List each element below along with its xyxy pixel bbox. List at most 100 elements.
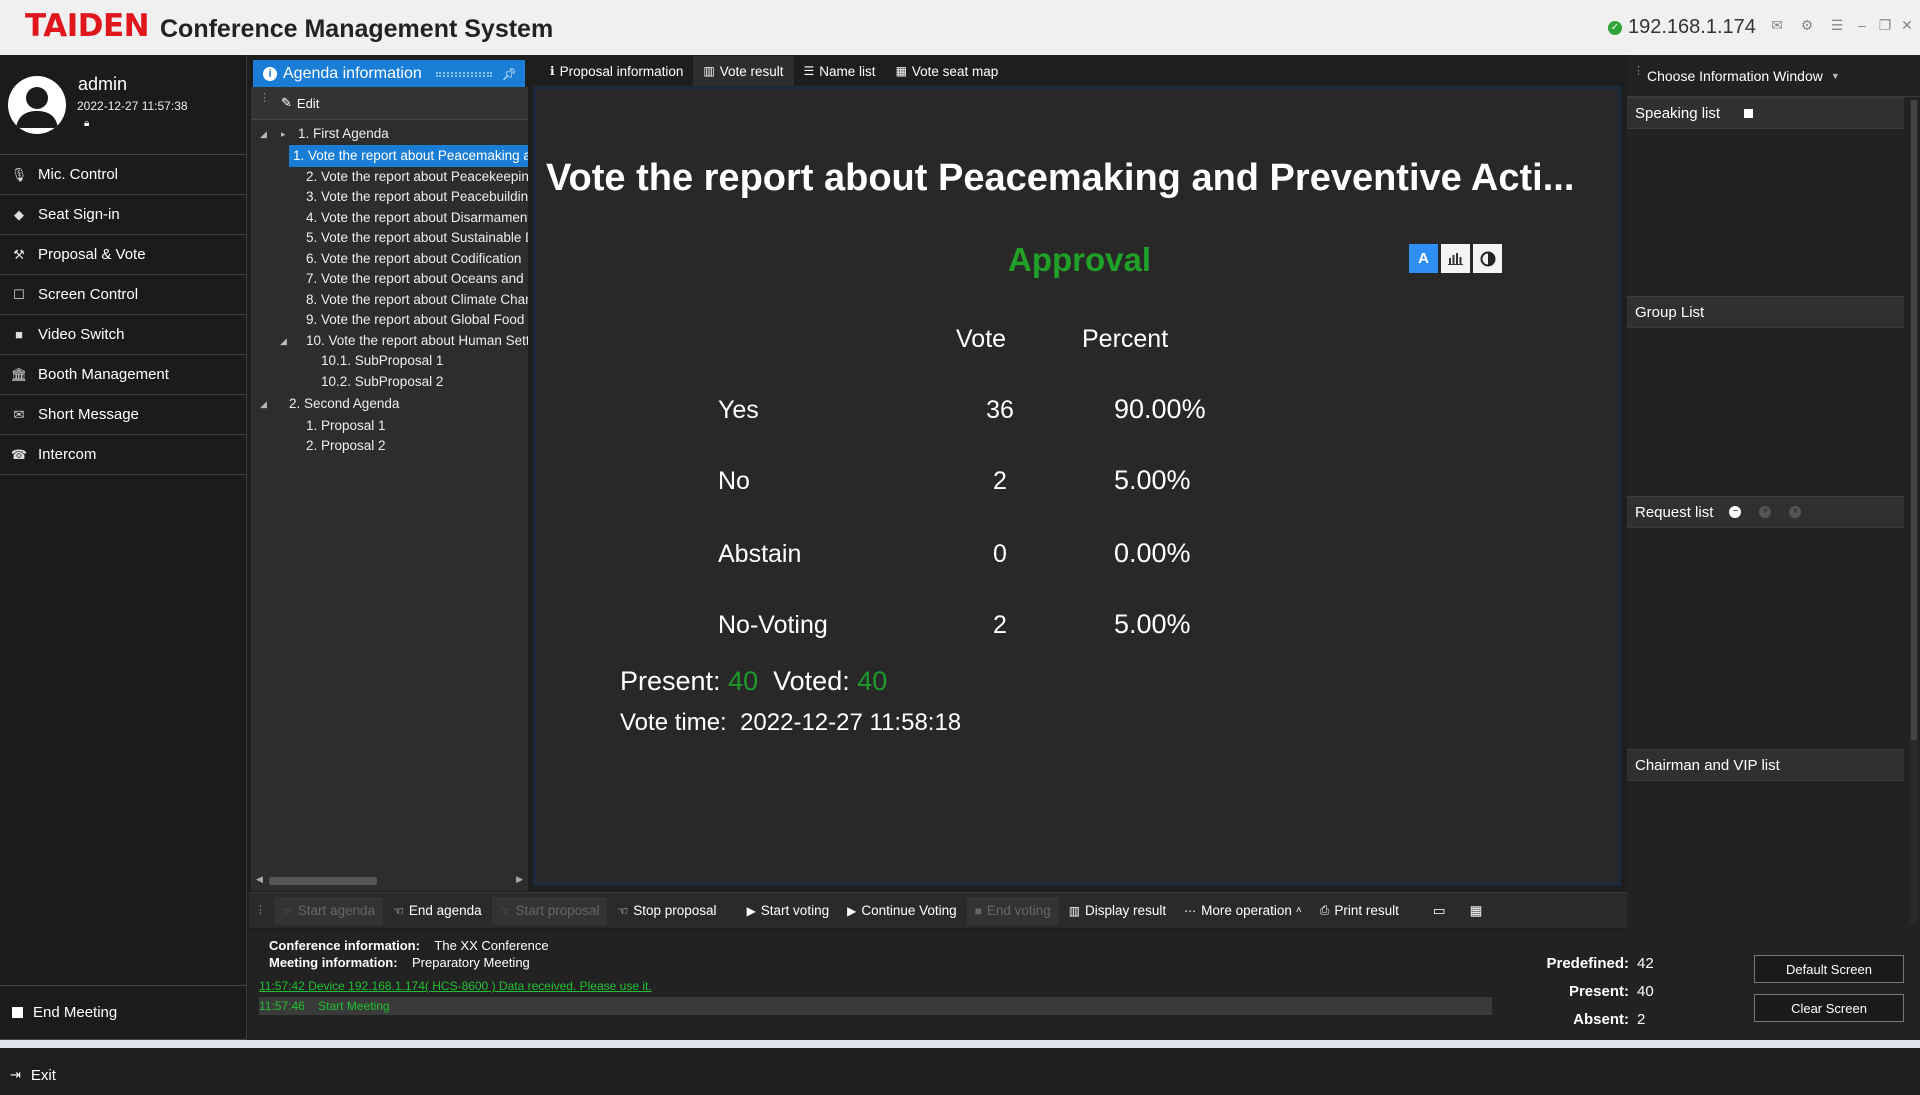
gear-icon[interactable]: ⚙ xyxy=(1799,17,1815,34)
nav-proposal-vote[interactable]: ⚒ Proposal & Vote xyxy=(0,235,246,275)
minimize-icon[interactable]: – xyxy=(1854,17,1870,33)
more-operation-button[interactable]: ⋯ More operation ˄ xyxy=(1176,897,1310,925)
restore-icon[interactable]: ❐ xyxy=(1877,17,1893,34)
bar-chart-icon: ▥ xyxy=(703,64,715,78)
print-result-button[interactable]: ⎙ Print result xyxy=(1312,897,1407,925)
start-proposal-button[interactable]: ☞ Start proposal xyxy=(491,896,608,925)
stop-icon[interactable] xyxy=(1744,108,1754,118)
nav-label: Mic. Control xyxy=(38,166,119,183)
exit-button[interactable]: ⇥ Exit xyxy=(0,1055,247,1095)
agenda-tree: ◢ ▸ 1. First Agenda 1. Vote the report abo… xyxy=(251,120,528,840)
nav-seat-sign-in[interactable]: ◆ Seat Sign-in xyxy=(0,195,246,235)
grip-icon[interactable]: ⋮ xyxy=(255,905,266,916)
tree-item-proposal[interactable]: 7. Vote the report about Oceans and Law xyxy=(251,268,528,290)
bar-chart-view-icon[interactable] xyxy=(1441,244,1470,273)
single-window-icon[interactable]: ▭ xyxy=(1425,897,1454,925)
bottom-toolbar: ⋮ ☞ Start agenda ☜ End agenda ☞ Start propo… xyxy=(249,892,1627,928)
collapse-icon[interactable]: ◢ xyxy=(260,393,267,415)
grid-window-icon[interactable]: ▦ xyxy=(1462,897,1491,925)
collapse-icon[interactable]: ◢ xyxy=(260,123,267,145)
nav-short-message[interactable]: ✉ Short Message xyxy=(0,395,246,435)
default-screen-button[interactable]: Default Screen xyxy=(1754,955,1904,983)
expand-icon[interactable]: ▸ xyxy=(281,123,286,145)
tab-proposal-information[interactable]: ℹ Proposal information xyxy=(540,56,693,86)
lock-icon[interactable]: 🔒︎ xyxy=(84,118,89,129)
close-icon[interactable]: ✕ xyxy=(1899,17,1915,34)
tree-item-proposal[interactable]: 1. Proposal 1 xyxy=(251,415,528,437)
tree-item-proposal[interactable]: 2. Proposal 2 xyxy=(251,435,528,457)
tree-item-proposal[interactable]: ◢ 10. Vote the report about Human Settlem… xyxy=(251,330,528,352)
speaking-list-section: Speaking list xyxy=(1627,97,1904,297)
result-vote-yes: 36 xyxy=(986,396,1014,424)
attendance-line: Present: 40 Voted: 40 xyxy=(620,666,887,697)
exit-icon: ⇥ xyxy=(10,1067,21,1082)
choose-information-window-dropdown[interactable]: ⋮ Choose Information Window ▼ xyxy=(1627,55,1920,97)
edit-button[interactable]: Edit xyxy=(297,96,319,111)
start-voting-button[interactable]: ▶ Start voting xyxy=(739,897,838,925)
collapse-icon[interactable]: ◢ xyxy=(280,330,287,352)
play-icon: ▶ xyxy=(746,903,756,918)
drag-handle[interactable] xyxy=(435,71,492,77)
log-message: Start Meeting xyxy=(318,999,390,1013)
present-count: 40 xyxy=(728,666,759,696)
end-agenda-button[interactable]: ☜ End agenda xyxy=(385,897,490,925)
nav-mic-control[interactable]: 🎙︎ Mic. Control xyxy=(0,155,246,195)
tree-item-proposal[interactable]: 8. Vote the report about Climate Change xyxy=(251,289,528,311)
pie-view-icon[interactable] xyxy=(1473,244,1502,273)
mail-icon[interactable]: ✉ xyxy=(1769,17,1785,34)
tab-vote-seat-map[interactable]: ▦ Vote seat map xyxy=(886,56,1009,86)
nav-screen-control[interactable]: ☐ Screen Control xyxy=(0,275,246,315)
present-label: Present: xyxy=(620,666,721,696)
menu-icon[interactable]: ☰ xyxy=(1829,17,1845,34)
tree-item-proposal[interactable]: 4. Vote the report about Disarmament xyxy=(251,207,528,229)
nav-booth-management[interactable]: 🏛︎ Booth Management xyxy=(0,355,246,395)
end-voting-button[interactable]: ■ End voting xyxy=(966,896,1059,925)
minus-circle-icon[interactable]: − xyxy=(1729,506,1742,518)
tree-item-proposal-selected[interactable]: 1. Vote the report about Peacemaking and… xyxy=(251,145,528,167)
grip-icon[interactable]: ⋮ xyxy=(1633,66,1644,77)
continue-voting-button[interactable]: ▶ Continue Voting xyxy=(839,897,965,925)
scroll-right-icon[interactable]: ▶ xyxy=(516,874,523,885)
meeting-info-label: Meeting information: xyxy=(269,955,398,970)
tree-item-proposal[interactable]: 5. Vote the report about Sustainable Dev… xyxy=(251,227,528,249)
tree-item-proposal[interactable]: 3. Vote the report about Peacebuilding xyxy=(251,186,528,208)
tab-name-list[interactable]: ☰ Name list xyxy=(794,56,886,86)
right-vertical-scrollbar[interactable] xyxy=(1910,100,1918,923)
tab-vote-result[interactable]: ▥ Vote result xyxy=(693,56,794,86)
pin-icon[interactable]: 📌︎ xyxy=(502,67,517,81)
attendance-counts: Predefined: 42 Present: 40 Absent: 2 xyxy=(1529,950,1654,1034)
start-agenda-button[interactable]: ☞ Start agenda xyxy=(274,896,384,925)
scroll-thumb[interactable] xyxy=(269,877,377,885)
stop-proposal-button[interactable]: ☜ Stop proposal xyxy=(609,897,724,925)
predefined-count: 42 xyxy=(1637,955,1654,972)
tree-item-agenda[interactable]: ◢ 2. Second Agenda xyxy=(251,393,528,415)
nav-intercom[interactable]: ☎ Intercom xyxy=(0,435,246,475)
result-label-no-voting: No-Voting xyxy=(718,611,828,639)
display-result-button[interactable]: ▥ Display result xyxy=(1061,897,1174,925)
clear-screen-button[interactable]: Clear Screen xyxy=(1754,994,1904,1022)
tree-item-agenda[interactable]: ◢ ▸ 1. First Agenda xyxy=(251,123,528,145)
tree-item-label: 10.1. SubProposal 1 xyxy=(321,353,444,368)
connection-status: ✓ 192.168.1.174 xyxy=(1608,16,1756,39)
agenda-header: i Agenda information 📌︎ xyxy=(251,55,528,88)
scroll-thumb[interactable] xyxy=(1911,100,1917,740)
nav-label: Proposal & Vote xyxy=(38,246,146,263)
tree-item-subproposal[interactable]: 10.2. SubProposal 2 xyxy=(251,371,528,393)
agenda-horizontal-scrollbar[interactable]: ◀ ▶ xyxy=(251,872,528,888)
tree-item-proposal[interactable]: 6. Vote the report about Codification xyxy=(251,248,528,270)
log-entry[interactable]: 11:57:42 Device 192.168.1.174( HCS-8600 … xyxy=(259,979,652,993)
end-meeting-button[interactable]: End Meeting xyxy=(0,985,247,1040)
tree-item-proposal[interactable]: 9. Vote the report about Global Food xyxy=(251,309,528,331)
tree-item-proposal[interactable]: 2. Vote the report about Peacekeeping xyxy=(251,166,528,188)
text-view-icon[interactable]: A xyxy=(1409,244,1438,273)
exit-label: Exit xyxy=(30,1066,56,1084)
tree-item-subproposal[interactable]: 10.1. SubProposal 1 xyxy=(251,350,528,372)
result-vote-abstain: 0 xyxy=(993,540,1007,568)
plus-circle-icon[interactable]: + xyxy=(1759,506,1772,518)
brand-logo: TAIDEN xyxy=(25,8,150,44)
close-circle-icon[interactable]: × xyxy=(1789,506,1802,518)
grip-icon[interactable]: ⋮ xyxy=(259,93,270,104)
vote-time-value: 2022-12-27 11:58:18 xyxy=(740,709,962,736)
nav-video-switch[interactable]: ■ Video Switch xyxy=(0,315,246,355)
scroll-left-icon[interactable]: ◀ xyxy=(256,874,263,885)
